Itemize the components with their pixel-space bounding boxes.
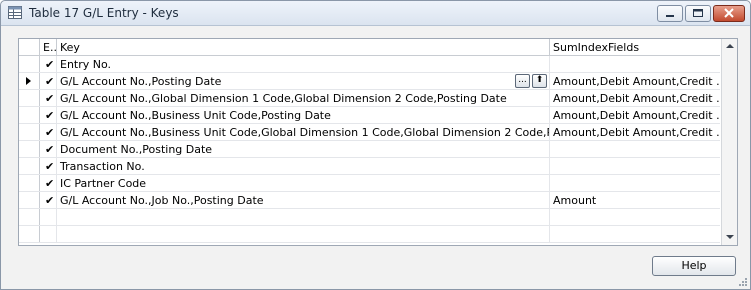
table-row[interactable]: ✔ G/L Account No.,Business Unit Code,Pos… [19, 107, 720, 124]
row-selector[interactable] [19, 209, 40, 225]
scroll-up-icon[interactable] [726, 44, 734, 48]
move-up-button[interactable]: ⬆ [532, 74, 547, 88]
table-row[interactable]: ✔ G/L Account No.,Job No.,Posting Date A… [19, 192, 720, 209]
checkmark-icon: ✔ [45, 160, 55, 173]
row-selector[interactable] [19, 90, 40, 106]
key-cell[interactable]: Entry No. [57, 56, 550, 72]
scroll-down-icon[interactable] [726, 235, 734, 239]
table-row[interactable]: ✔ Transaction No. [19, 158, 720, 175]
row-selector[interactable] [19, 226, 40, 242]
enabled-cell[interactable]: ✔ [40, 141, 57, 157]
sumindex-cell[interactable]: Amount [550, 192, 720, 208]
sumindexfields-column-header[interactable]: SumIndexFields [550, 39, 720, 56]
minimize-icon [666, 15, 674, 17]
checkmark-icon: ✔ [45, 92, 55, 105]
row-selector[interactable] [19, 192, 40, 208]
checkmark-icon: ✔ [45, 177, 55, 190]
checkmark-icon: ✔ [45, 126, 55, 139]
table-row[interactable]: ✔ G/L Account No.,Global Dimension 1 Cod… [19, 90, 720, 107]
table-icon [8, 6, 22, 19]
vertical-scrollbar[interactable] [721, 39, 737, 245]
row-selector[interactable] [19, 56, 40, 72]
key-cell[interactable]: IC Partner Code [57, 175, 550, 191]
enabled-cell[interactable]: ✔ [40, 90, 57, 106]
sumindex-cell[interactable] [550, 175, 720, 191]
sumindex-cell[interactable] [550, 56, 720, 72]
keys-window: Table 17 G/L Entry - Keys E.. Key SumInd… [0, 0, 751, 290]
sumindex-cell[interactable] [550, 141, 720, 157]
table-row[interactable]: ✔ IC Partner Code [19, 175, 720, 192]
checkmark-icon: ✔ [45, 143, 55, 156]
maximize-icon [693, 9, 703, 17]
row-pointer-icon [26, 77, 31, 85]
key-cell[interactable]: G/L Account No.,Posting Date ... ⬆ [57, 73, 550, 89]
lookup-button[interactable]: ... [515, 74, 530, 88]
key-cell[interactable] [57, 209, 550, 225]
key-cell[interactable]: G/L Account No.,Job No.,Posting Date [57, 192, 550, 208]
row-selector[interactable] [19, 175, 40, 191]
close-button[interactable] [713, 5, 745, 22]
sumindex-cell[interactable]: Amount,Debit Amount,Credit ... [550, 124, 720, 140]
enabled-column-header[interactable]: E.. [40, 39, 57, 56]
enabled-cell[interactable]: ✔ [40, 192, 57, 208]
key-cell[interactable]: Transaction No. [57, 158, 550, 174]
resize-grip-icon[interactable] [738, 277, 748, 287]
enabled-cell[interactable]: ✔ [40, 175, 57, 191]
enabled-cell[interactable]: ✔ [40, 124, 57, 140]
sumindex-cell[interactable] [550, 158, 720, 174]
checkmark-icon: ✔ [45, 58, 55, 71]
enabled-cell[interactable] [40, 209, 57, 225]
enabled-cell[interactable]: ✔ [40, 73, 57, 89]
table-row[interactable]: ✔ G/L Account No.,Business Unit Code,Glo… [19, 124, 720, 141]
sumindex-cell[interactable]: Amount,Debit Amount,Credit ... [550, 73, 720, 89]
sumindex-cell[interactable] [550, 209, 720, 225]
sumindex-cell[interactable] [550, 226, 720, 242]
key-column-header[interactable]: Key [57, 39, 550, 56]
row-selector[interactable] [19, 158, 40, 174]
key-cell[interactable]: G/L Account No.,Global Dimension 1 Code,… [57, 90, 550, 106]
row-selector[interactable] [19, 107, 40, 123]
empty-row[interactable] [19, 209, 720, 226]
table-row[interactable]: ✔ Entry No. [19, 56, 720, 73]
close-icon [724, 8, 734, 18]
table-row[interactable]: ✔ Document No.,Posting Date [19, 141, 720, 158]
enabled-cell[interactable] [40, 226, 57, 242]
empty-row[interactable] [19, 226, 720, 243]
keys-grid[interactable]: E.. Key SumIndexFields ✔ Entry No. ✔ G/L… [18, 38, 738, 246]
enabled-cell[interactable]: ✔ [40, 158, 57, 174]
maximize-button[interactable] [685, 5, 711, 22]
row-selector-header [19, 39, 40, 56]
sumindex-cell[interactable]: Amount,Debit Amount,Credit ... [550, 107, 720, 123]
table-row-current[interactable]: ✔ G/L Account No.,Posting Date ... ⬆ Amo… [19, 73, 720, 90]
key-cell[interactable]: Document No.,Posting Date [57, 141, 550, 157]
sumindex-cell[interactable]: Amount,Debit Amount,Credit ... [550, 90, 720, 106]
checkmark-icon: ✔ [45, 109, 55, 122]
window-title: Table 17 G/L Entry - Keys [29, 6, 179, 20]
key-cell[interactable]: G/L Account No.,Business Unit Code,Posti… [57, 107, 550, 123]
minimize-button[interactable] [657, 5, 683, 22]
checkmark-icon: ✔ [45, 194, 55, 207]
row-selector[interactable] [19, 141, 40, 157]
key-cell[interactable] [57, 226, 550, 242]
row-selector[interactable] [19, 124, 40, 140]
row-selector[interactable] [19, 73, 40, 89]
enabled-cell[interactable]: ✔ [40, 107, 57, 123]
title-bar[interactable]: Table 17 G/L Entry - Keys [1, 1, 750, 26]
checkmark-icon: ✔ [45, 75, 55, 88]
help-button[interactable]: Help [652, 256, 736, 276]
enabled-cell[interactable]: ✔ [40, 56, 57, 72]
key-cell[interactable]: G/L Account No.,Business Unit Code,Globa… [57, 124, 550, 140]
